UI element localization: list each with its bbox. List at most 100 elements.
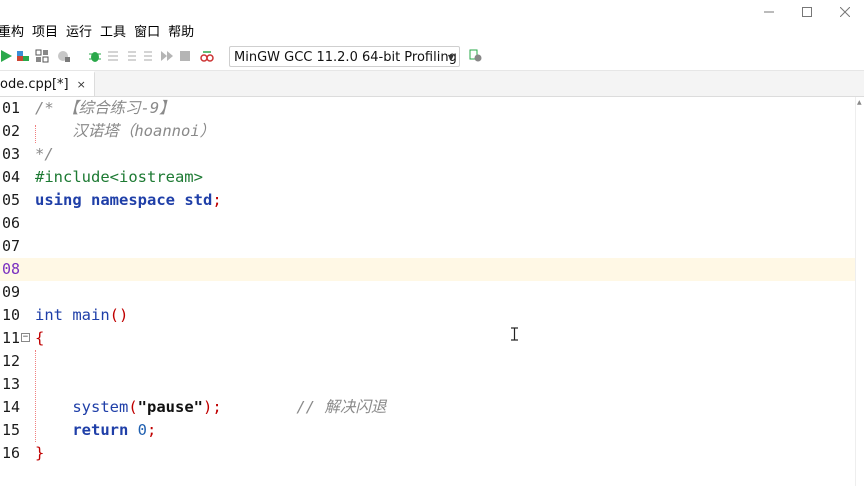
line-number: 02 [1, 122, 20, 140]
code-text: /* 【综合练习-9】 [35, 99, 175, 117]
code-text: system("pause"); // 解决闪退 [35, 396, 386, 419]
line-number: 08 [1, 260, 20, 278]
line-number: 15 [1, 421, 20, 439]
title-bar: 重构 项目 运行 工具 窗口 帮助 [0, 0, 864, 46]
step-into-icon[interactable] [124, 49, 138, 63]
parentheses: () [109, 306, 129, 324]
code-line: 11 − { [0, 327, 856, 350]
line-number: 04 [1, 168, 20, 186]
maximize-button[interactable] [788, 0, 826, 24]
code-text: */ [35, 145, 54, 163]
minimize-button[interactable] [750, 0, 788, 24]
maximize-icon [802, 7, 812, 17]
open-brace: { [35, 329, 45, 347]
close-icon [840, 7, 850, 17]
run-icon[interactable] [0, 49, 14, 63]
minimize-icon [764, 11, 774, 13]
type-keyword: int [35, 306, 63, 324]
window-controls [750, 0, 864, 24]
menu-window[interactable]: 窗口 [130, 24, 164, 44]
string-literal: "pause" [137, 398, 203, 416]
comment-guide [35, 125, 36, 143]
code-line: 02 汉诺塔（hoannoi） [0, 120, 856, 143]
line-number: 03 [1, 145, 20, 163]
text-cursor-icon [511, 327, 518, 341]
code-line: 16 } [0, 442, 856, 465]
semicolon: ; [147, 421, 157, 439]
code-text: #include<iostream> [35, 166, 203, 189]
code-text: using namespace std; [35, 189, 222, 212]
line-number: 06 [1, 214, 20, 232]
block-guide [35, 350, 36, 442]
preprocessor-directive: #include [35, 168, 110, 186]
code-line: 15 return 0; [0, 419, 856, 442]
debug-icon[interactable] [88, 49, 102, 63]
line-number: 14 [1, 398, 20, 416]
code-line: 04 #include<iostream> [0, 166, 856, 189]
step-out-icon[interactable] [142, 49, 156, 63]
close-paren-semicolon: ); [203, 398, 222, 416]
tab-label: ode.cpp[*] [0, 77, 69, 92]
function-name: main [72, 306, 110, 324]
vertical-scrollbar[interactable]: ▲ [855, 97, 864, 486]
code-text: return 0; [35, 419, 156, 442]
code-line: 09 [0, 281, 856, 304]
fold-toggle-icon[interactable]: − [21, 333, 30, 342]
menu-help[interactable]: 帮助 [164, 24, 198, 44]
line-comment: // 解决闪退 [296, 398, 387, 416]
rebuild-icon[interactable] [35, 49, 49, 63]
line-number: 05 [1, 191, 20, 209]
code-text: 汉诺塔（hoannoi） [35, 122, 216, 140]
continue-icon[interactable] [160, 49, 174, 63]
open-paren: ( [128, 398, 138, 416]
tab-file[interactable]: ode.cpp[*] × [0, 71, 95, 96]
code-editor[interactable]: 01 /* 【综合练习-9】 02 汉诺塔（hoannoi） 03 */ 04 … [0, 97, 864, 486]
compiler-select[interactable]: MinGW GCC 11.2.0 64-bit Profiling ▼ [229, 46, 460, 67]
close-brace: } [35, 444, 45, 462]
function-name: system [72, 398, 129, 416]
number-literal: 0 [137, 421, 148, 439]
menu-tools[interactable]: 工具 [96, 24, 130, 44]
step-icon[interactable] [106, 49, 120, 63]
code-line: 14 system("pause"); // 解决闪退 [0, 396, 856, 419]
close-button[interactable] [826, 0, 864, 24]
stop-icon[interactable] [178, 49, 192, 63]
toolbar: MinGW GCC 11.2.0 64-bit Profiling ▼ [0, 44, 864, 71]
menu-project[interactable]: 项目 [28, 24, 62, 44]
menu-refactor[interactable]: 重构 [0, 24, 28, 44]
code-line: 01 /* 【综合练习-9】 [0, 97, 856, 120]
code-line: 10 int main() [0, 304, 856, 327]
code-line: 06 [0, 212, 856, 235]
line-number: 12 [1, 352, 20, 370]
code-line: 13 [0, 373, 856, 396]
menu-run[interactable]: 运行 [62, 24, 96, 44]
line-number: 16 [1, 444, 20, 462]
line-number: 09 [1, 283, 20, 301]
line-number: 10 [1, 306, 20, 324]
identifier: std [184, 191, 213, 209]
line-number: 01 [1, 99, 20, 117]
semicolon: ; [212, 191, 222, 209]
line-number: 11 [1, 329, 20, 347]
check-syntax-icon[interactable] [200, 49, 214, 63]
compiler-options-icon[interactable] [469, 49, 483, 63]
compile-run-icon[interactable] [16, 49, 30, 63]
keyword: using namespace [35, 191, 175, 209]
code-line-current: 08 [0, 258, 856, 281]
line-number: 07 [1, 237, 20, 255]
tab-bar: ode.cpp[*] × [0, 71, 864, 97]
scroll-up-icon[interactable]: ▲ [857, 99, 862, 106]
code-line: 12 [0, 350, 856, 373]
code-line: 03 */ [0, 143, 856, 166]
code-text: int main() [35, 304, 128, 327]
keyword: return [72, 421, 129, 439]
compiler-select-value: MinGW GCC 11.2.0 64-bit Profiling [234, 50, 457, 65]
menu-bar: 重构 项目 运行 工具 窗口 帮助 [0, 24, 198, 44]
profile-icon[interactable] [57, 49, 71, 63]
chevron-down-icon: ▼ [447, 53, 454, 62]
code-line: 07 [0, 235, 856, 258]
include-header: <iostream> [109, 168, 203, 186]
close-icon[interactable]: × [77, 78, 86, 91]
line-number: 13 [1, 375, 20, 393]
code-line: 05 using namespace std; [0, 189, 856, 212]
